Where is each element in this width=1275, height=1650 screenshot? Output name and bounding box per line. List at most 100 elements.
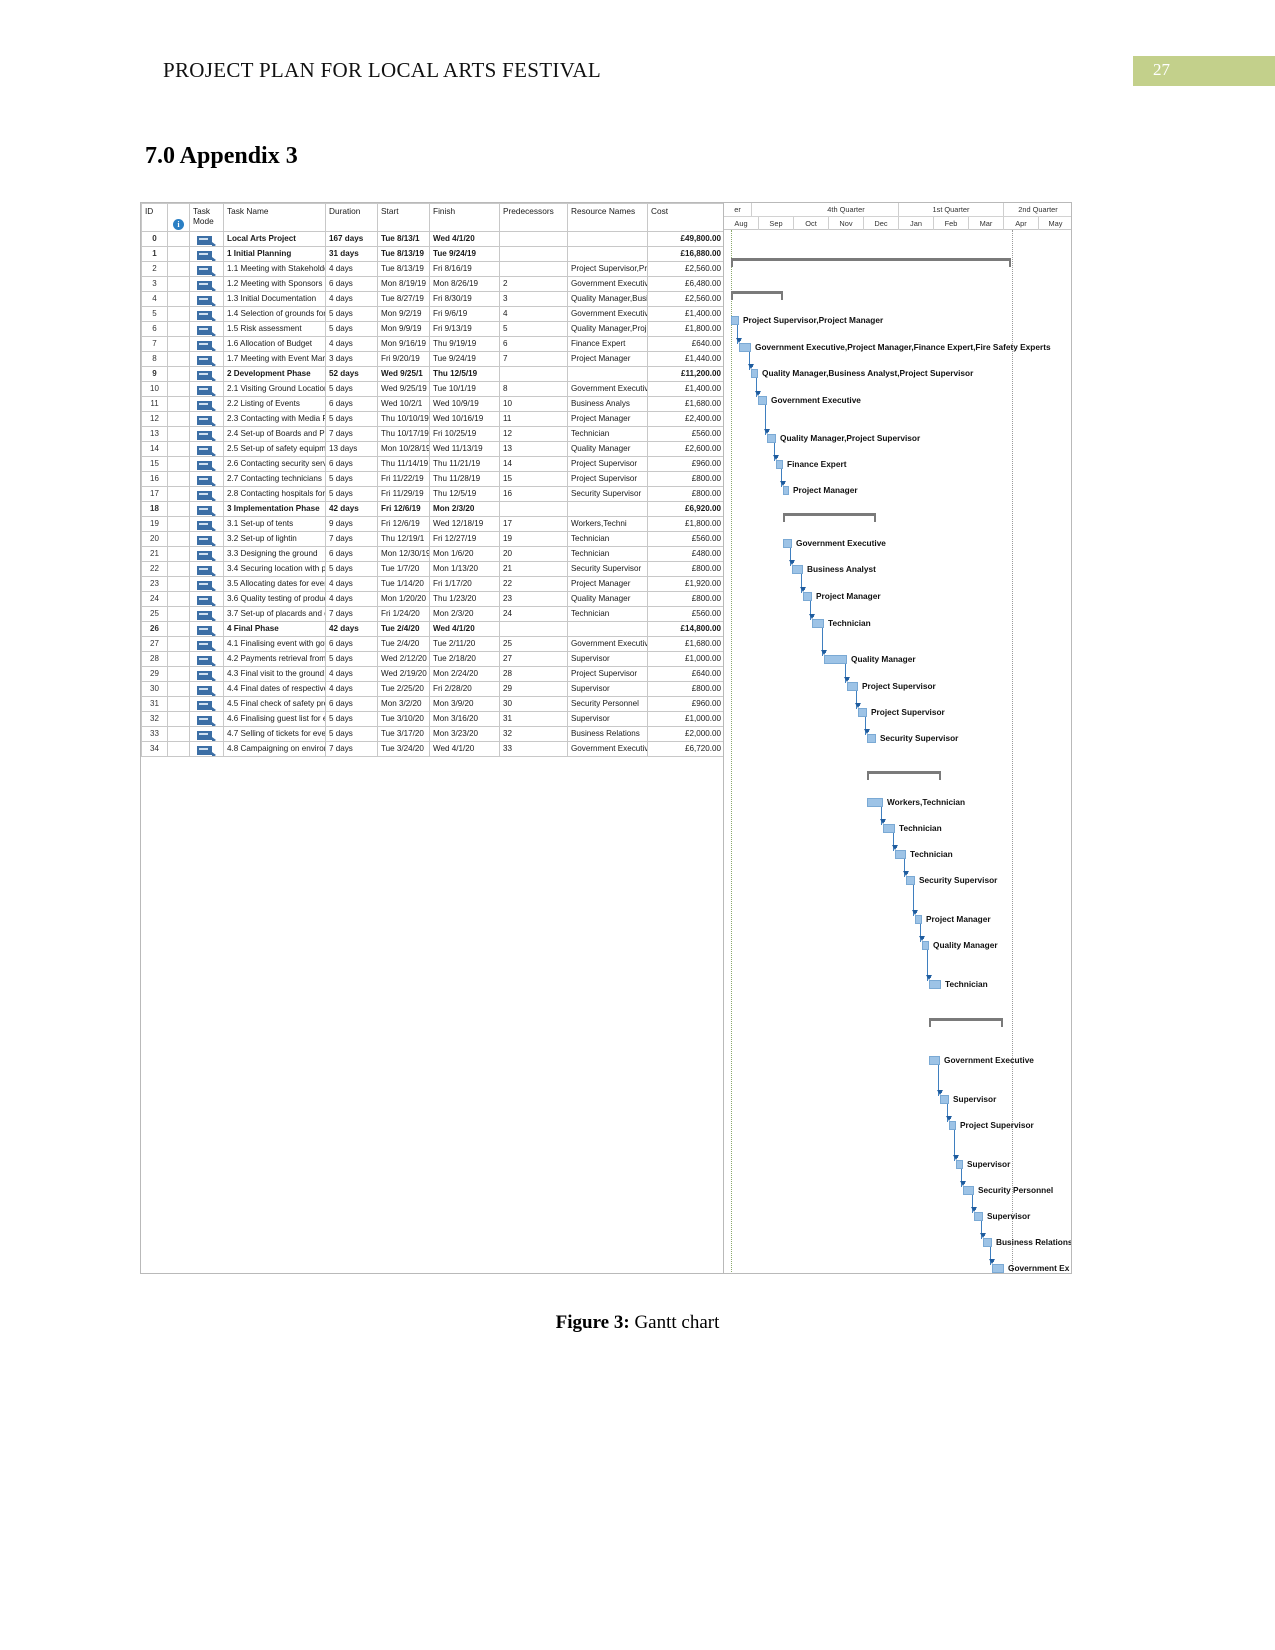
table-row[interactable]: 17 2.8 Contacting hospitals for instant m… bbox=[141, 486, 723, 502]
cell-task-mode[interactable] bbox=[189, 246, 224, 262]
gantt-task-bar[interactable] bbox=[812, 619, 824, 628]
cell-task-mode[interactable] bbox=[189, 576, 224, 592]
cell-task-mode[interactable] bbox=[189, 261, 224, 277]
cell-task-mode[interactable] bbox=[189, 291, 224, 307]
gantt-task-bar[interactable] bbox=[867, 798, 883, 807]
gantt-task-bar[interactable] bbox=[858, 708, 867, 717]
table-row[interactable]: 11 2.2 Listing of Events 6 days Wed 10/2/1 W… bbox=[141, 396, 723, 412]
table-row[interactable]: 14 2.5 Set-up of safety equipments13 days… bbox=[141, 441, 723, 457]
table-row[interactable]: 13 2.4 Set-up of Boards and Placards arou… bbox=[141, 426, 723, 442]
col-header-duration[interactable]: Duration bbox=[325, 203, 378, 232]
table-row[interactable]: 16 2.7 Contacting technicians 5 days Fri 11… bbox=[141, 471, 723, 487]
cell-task-mode[interactable] bbox=[189, 711, 224, 727]
table-row[interactable]: 27 4.1 Finalising event with government o… bbox=[141, 636, 723, 652]
cell-task-mode[interactable] bbox=[189, 381, 224, 397]
col-header-finish[interactable]: Finish bbox=[429, 203, 500, 232]
gantt-task-bar[interactable] bbox=[895, 850, 906, 859]
table-row[interactable]: 19 3.1 Set-up of tents 9 days Fri 12/6/19 We… bbox=[141, 516, 723, 532]
gantt-task-bar[interactable] bbox=[867, 734, 876, 743]
cell-task-mode[interactable] bbox=[189, 351, 224, 367]
col-header-predecessors[interactable]: Predecessors bbox=[499, 203, 568, 232]
gantt-task-bar[interactable] bbox=[915, 915, 922, 924]
cell-task-mode[interactable] bbox=[189, 336, 224, 352]
table-row[interactable]: 24 3.6 Quality testing of products to be … bbox=[141, 591, 723, 607]
gantt-summary-bar[interactable] bbox=[867, 771, 941, 780]
table-row[interactable]: 6 1.5 Risk assessment 5 days Mon 9/9/19 Fri … bbox=[141, 321, 723, 337]
col-header-resource-names[interactable]: Resource Names bbox=[567, 203, 648, 232]
table-row[interactable]: 10 2.1 Visiting Ground Location 5 days Wed … bbox=[141, 381, 723, 397]
gantt-summary-bar[interactable] bbox=[731, 291, 783, 300]
gantt-task-bar[interactable] bbox=[906, 876, 915, 885]
gantt-task-bar[interactable] bbox=[929, 1056, 940, 1065]
cell-task-mode[interactable] bbox=[189, 561, 224, 577]
gantt-task-bar[interactable] bbox=[883, 824, 895, 833]
cell-task-mode[interactable] bbox=[189, 366, 224, 382]
col-header-cost[interactable]: Cost bbox=[647, 203, 723, 232]
cell-task-mode[interactable] bbox=[189, 516, 224, 532]
cell-task-mode[interactable] bbox=[189, 681, 224, 697]
table-row[interactable]: 4 1.3 Initial Documentation 4 days Tue 8/27… bbox=[141, 291, 723, 307]
cell-task-mode[interactable] bbox=[189, 636, 224, 652]
cell-task-mode[interactable] bbox=[189, 441, 224, 457]
gantt-task-bar[interactable] bbox=[783, 539, 792, 548]
col-header-indicators[interactable]: i bbox=[167, 203, 190, 232]
cell-task-mode[interactable] bbox=[189, 591, 224, 607]
gantt-task-bar[interactable] bbox=[922, 941, 929, 950]
cell-task-mode[interactable] bbox=[189, 231, 224, 247]
gantt-task-bar[interactable] bbox=[847, 682, 858, 691]
table-row[interactable]: 28 4.2 Payments retrieval from 5 days Wed 2… bbox=[141, 651, 723, 667]
col-header-task-name[interactable]: Task Name bbox=[223, 203, 326, 232]
table-row[interactable]: 20 3.2 Set-up of lightin 7 days Thu 12/19/1… bbox=[141, 531, 723, 547]
table-row[interactable]: 7 1.6 Allocation of Budget 4 days Mon 9/16/… bbox=[141, 336, 723, 352]
cell-task-mode[interactable] bbox=[189, 696, 224, 712]
gantt-task-bar[interactable] bbox=[731, 316, 739, 325]
gantt-task-bar[interactable] bbox=[940, 1095, 949, 1104]
table-row[interactable]: 32 4.6 Finalising guest list for events5 … bbox=[141, 711, 723, 727]
table-row[interactable]: 22 3.4 Securing location with protection5… bbox=[141, 561, 723, 577]
table-row[interactable]: 31 4.5 Final check of safety procedures6 … bbox=[141, 696, 723, 712]
cell-task-mode[interactable] bbox=[189, 606, 224, 622]
gantt-task-bar[interactable] bbox=[956, 1160, 963, 1169]
col-header-id[interactable]: ID bbox=[141, 203, 168, 232]
col-header-task-mode[interactable]: Task Mode bbox=[189, 203, 224, 232]
gantt-task-bar[interactable] bbox=[963, 1186, 974, 1195]
gantt-task-bar[interactable] bbox=[992, 1264, 1004, 1273]
table-row[interactable]: 2 1.1 Meeting with Stakeholders 4 days Tue … bbox=[141, 261, 723, 277]
cell-task-mode[interactable] bbox=[189, 411, 224, 427]
gantt-task-bar[interactable] bbox=[824, 655, 847, 664]
table-row[interactable]: 29 4.3 Final visit to the ground with sta… bbox=[141, 666, 723, 682]
table-row[interactable]: 23 3.5 Allocating dates for events 4 days T… bbox=[141, 576, 723, 592]
gantt-task-bar[interactable] bbox=[983, 1238, 992, 1247]
cell-task-mode[interactable] bbox=[189, 546, 224, 562]
cell-task-mode[interactable] bbox=[189, 651, 224, 667]
cell-task-mode[interactable] bbox=[189, 426, 224, 442]
gantt-task-bar[interactable] bbox=[751, 369, 758, 378]
table-row[interactable]: 8 1.7 Meeting with Event Managers3 daysFr… bbox=[141, 351, 723, 367]
cell-task-mode[interactable] bbox=[189, 456, 224, 472]
cell-task-mode[interactable] bbox=[189, 726, 224, 742]
table-row[interactable]: 3 1.2 Meeting with Sponsors 6 days Mon 8/19… bbox=[141, 276, 723, 292]
gantt-task-bar[interactable] bbox=[776, 460, 783, 469]
table-row[interactable]: 26 4 Final Phase 42 days Tue 2/4/20 Wed 4/1/… bbox=[141, 621, 723, 637]
gantt-task-bar[interactable] bbox=[758, 396, 767, 405]
table-row[interactable]: 18 3 Implementation Phase 42 days Fri 12/6/… bbox=[141, 501, 723, 517]
table-row[interactable]: 9 2 Development Phase 52 days Wed 9/25/1 Thu… bbox=[141, 366, 723, 382]
table-row[interactable]: 25 3.7 Set-up of placards and digital adv… bbox=[141, 606, 723, 622]
gantt-task-bar[interactable] bbox=[949, 1121, 956, 1130]
gantt-task-bar[interactable] bbox=[974, 1212, 983, 1221]
table-row[interactable]: 1 1 Initial Planning 31 days Tue 8/13/19 Tue… bbox=[141, 246, 723, 262]
cell-task-mode[interactable] bbox=[189, 666, 224, 682]
col-header-start[interactable]: Start bbox=[377, 203, 430, 232]
gantt-task-bar[interactable] bbox=[929, 980, 941, 989]
table-row[interactable]: 30 4.4 Final dates of respective events4 … bbox=[141, 681, 723, 697]
cell-task-mode[interactable] bbox=[189, 621, 224, 637]
gantt-summary-bar[interactable] bbox=[783, 513, 876, 522]
cell-task-mode[interactable] bbox=[189, 396, 224, 412]
table-row[interactable]: 12 2.3 Contacting with Media Personnel5 d… bbox=[141, 411, 723, 427]
gantt-task-bar[interactable] bbox=[783, 486, 789, 495]
gantt-task-bar[interactable] bbox=[803, 592, 812, 601]
gantt-summary-bar[interactable] bbox=[929, 1018, 1003, 1027]
table-row[interactable]: 34 4.8 Campaigning on environmental susta… bbox=[141, 741, 723, 757]
gantt-summary-bar[interactable] bbox=[731, 258, 1011, 267]
cell-task-mode[interactable] bbox=[189, 471, 224, 487]
